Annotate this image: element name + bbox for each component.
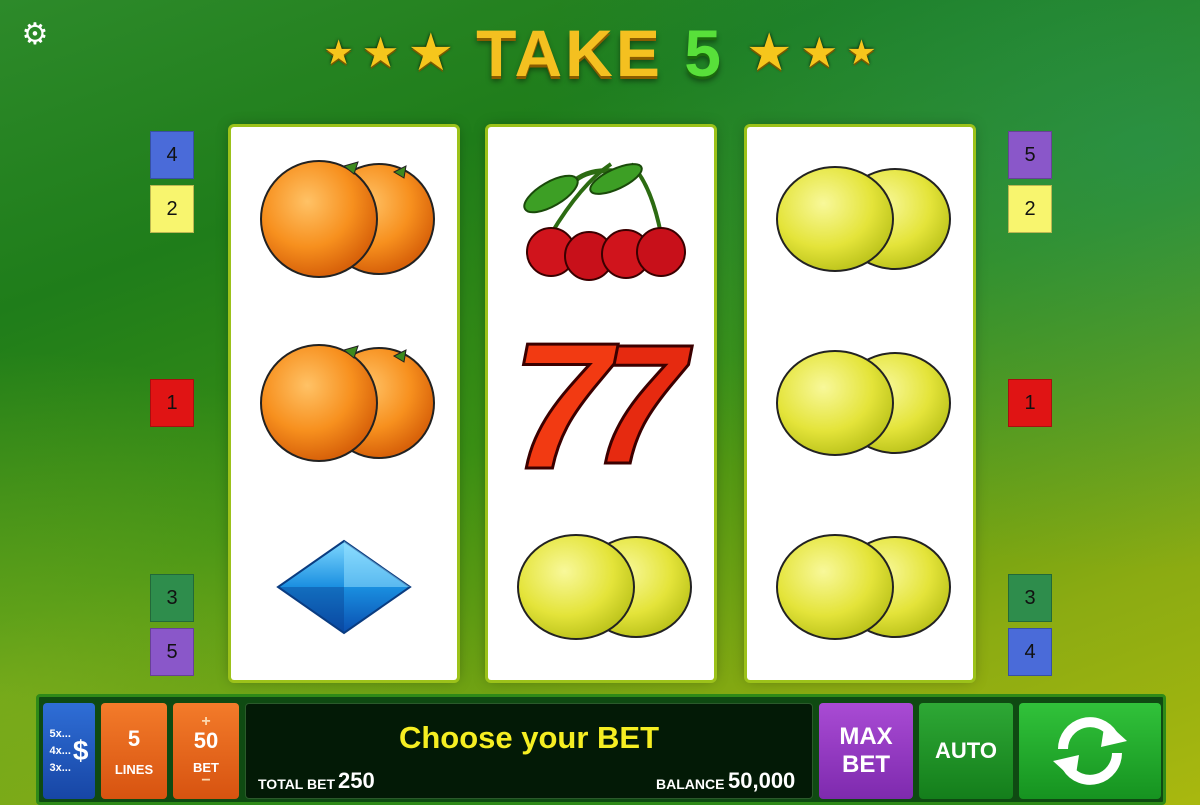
lemon-icon [747,311,973,495]
total-bet-label: TOTAL BET [258,776,335,792]
game-title: TAKE 5 [476,15,724,91]
lines-label: LINES [114,761,154,777]
cherry-icon [488,127,714,311]
star-icon: ★ [323,34,354,72]
auto-label: AUTO [935,738,997,763]
diamond-icon [231,495,457,679]
star-icon: ★ [361,29,400,76]
payline-marker-right[interactable]: 1 [1008,379,1052,427]
title-number: 5 [684,16,724,90]
info-display: Choose your BET TOTAL BET 250 BALANCE 50… [245,703,813,799]
bet-plus-icon[interactable]: + [201,713,210,729]
total-bet-value: 250 [338,768,375,793]
status-message: Choose your BET [398,720,660,755]
bet-button[interactable]: + 50 BET − [173,703,239,799]
lemon-icon [747,127,973,311]
bet-value: 50 [193,727,219,753]
left-stars: ★ ★ ★ [323,27,454,79]
dollar-icon: $ [72,735,89,766]
paytable-row: 4x... [49,744,71,757]
max-bet-label-2: BET [842,751,890,778]
paytable-row: 5x... [49,727,71,740]
star-icon: ★ [800,29,839,76]
max-bet-button[interactable]: MAX BET [819,703,913,799]
payline-marker-right[interactable]: 5 [1008,131,1052,179]
star-icon: ★ [407,24,455,82]
payline-marker-right[interactable]: 4 [1008,628,1052,676]
title-main: TAKE [476,16,663,90]
auto-button[interactable]: AUTO [919,703,1013,799]
bet-minus-icon[interactable]: − [201,772,210,788]
orange-icon [231,311,457,495]
reel-3 [747,127,973,680]
balance-value: 50,000 [728,768,796,793]
title-bar: ★ ★ ★ TAKE 5 ★ ★ ★ [0,15,1200,91]
star-icon: ★ [846,34,877,72]
balance-label: BALANCE [656,776,725,792]
star-icon: ★ [745,24,793,82]
payline-marker-right[interactable]: 2 [1008,185,1052,233]
control-panel: 5x... 4x... 3x... $ 5 LINES + 50 BET − C… [36,694,1166,805]
right-stars: ★ ★ ★ [746,27,877,79]
payline-marker-left[interactable]: 5 [150,628,194,676]
spin-button[interactable] [1019,703,1161,799]
lines-button[interactable]: 5 LINES [101,703,167,799]
spin-arrows-icon [1053,717,1127,785]
payline-marker-left[interactable]: 2 [150,185,194,233]
svg-text:7: 7 [511,328,619,478]
payline-marker-left[interactable]: 3 [150,574,194,622]
payline-marker-right[interactable]: 3 [1008,574,1052,622]
paytable-row: 3x... [49,761,71,774]
paytable-button[interactable]: 5x... 4x... 3x... $ [43,703,95,799]
lines-value: 5 [127,725,141,751]
max-bet-label-1: MAX [839,723,893,750]
payline-marker-left[interactable]: 4 [150,131,194,179]
reel-2: 7 7 [488,127,714,680]
lemon-icon [747,495,973,679]
seven-icon: 7 7 [488,311,714,495]
orange-icon [231,127,457,311]
lemon-icon [488,495,714,679]
reel-1 [231,127,457,680]
payline-marker-left[interactable]: 1 [150,379,194,427]
